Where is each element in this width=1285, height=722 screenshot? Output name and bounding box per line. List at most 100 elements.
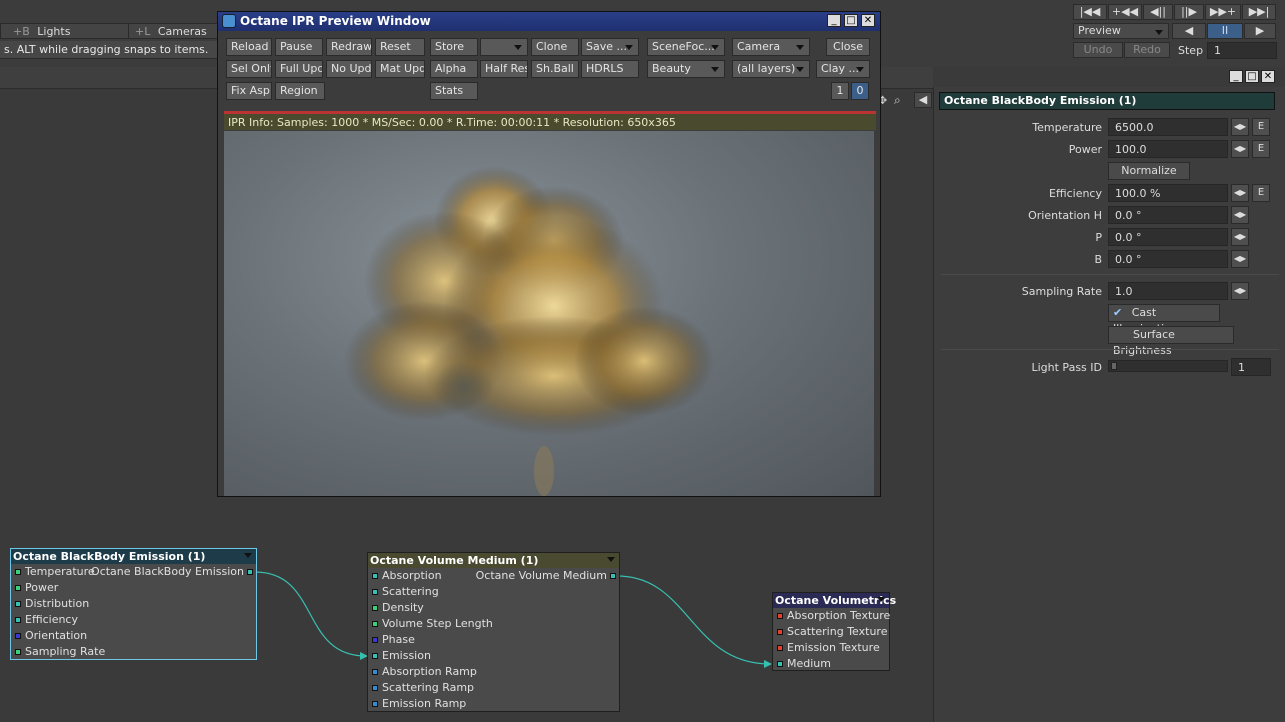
port-blue-icon[interactable]	[15, 633, 21, 639]
ipr-maximize-icon[interactable]: □	[844, 14, 858, 27]
stats-button[interactable]: Stats	[430, 82, 478, 100]
step-back-key-button[interactable]: +◀◀	[1108, 4, 1142, 20]
volume-medium-node[interactable]: Octane Volume Medium (1) Absorption Octa…	[367, 552, 620, 712]
pause-ipr-button[interactable]: Pause	[275, 38, 323, 56]
chevron-down-icon[interactable]	[877, 597, 885, 602]
efficiency-field[interactable]: 100.0 %	[1108, 184, 1228, 202]
port-green-icon[interactable]	[15, 569, 21, 575]
port-scattering-texture[interactable]: Scattering Texture	[773, 624, 889, 640]
go-start-button[interactable]: |◀◀	[1073, 4, 1107, 20]
efficiency-spinner[interactable]: ◀▶	[1231, 184, 1249, 202]
port-medium[interactable]: Medium	[773, 656, 889, 672]
port-red-icon[interactable]	[777, 629, 783, 635]
page-1-button[interactable]: 1	[831, 82, 849, 100]
port-cyan-icon[interactable]	[15, 617, 21, 623]
alpha-button[interactable]: Alpha	[430, 60, 478, 78]
store-button[interactable]: Store	[430, 38, 478, 56]
mat-update-button[interactable]: Mat Upd	[375, 60, 425, 78]
go-end-button[interactable]: ▶▶|	[1242, 4, 1276, 20]
shader-ball-button[interactable]: Sh.Ball	[531, 60, 579, 78]
ipr-close-icon[interactable]: ✕	[861, 14, 875, 27]
port-green-icon[interactable]	[372, 621, 378, 627]
temperature-field[interactable]: 6500.0	[1108, 118, 1228, 136]
port-emission[interactable]: Emission	[368, 648, 619, 664]
port-absorption[interactable]: Absorption Octane Volume Medium	[368, 568, 619, 584]
reload-button[interactable]: Reload	[226, 38, 272, 56]
step-forward-key-button[interactable]: ▶▶+	[1205, 4, 1241, 20]
clone-button[interactable]: Clone	[531, 38, 579, 56]
ipr-minimize-icon[interactable]: _	[827, 14, 841, 27]
port-blue-icon[interactable]	[372, 701, 378, 707]
port-scattering-ramp[interactable]: Scattering Ramp	[368, 680, 619, 696]
port-phase[interactable]: Phase	[368, 632, 619, 648]
ipr-titlebar[interactable]: Octane IPR Preview Window	[218, 12, 880, 31]
preview-dropdown[interactable]: Preview	[1073, 23, 1169, 39]
region-button[interactable]: Region	[275, 82, 325, 100]
close-icon[interactable]: ✕	[1261, 70, 1275, 83]
step-forward-button[interactable]: ||▶	[1174, 4, 1204, 20]
port-red-icon[interactable]	[777, 613, 783, 619]
step-back-button[interactable]: ◀||	[1143, 4, 1173, 20]
power-envelope-button[interactable]: E	[1252, 140, 1270, 158]
step-field[interactable]: 1	[1207, 42, 1277, 59]
store-slot-dropdown[interactable]	[480, 38, 528, 56]
page-0-button[interactable]: 0	[851, 82, 869, 100]
port-efficiency[interactable]: Efficiency	[11, 612, 256, 628]
port-blue-icon[interactable]	[372, 669, 378, 675]
port-green-icon[interactable]	[15, 585, 21, 591]
camera-dropdown[interactable]: Camera	[732, 38, 810, 56]
sampling-rate-spinner[interactable]: ◀▶	[1231, 282, 1249, 300]
port-volume-step-length[interactable]: Volume Step Length	[368, 616, 619, 632]
reset-button[interactable]: Reset	[375, 38, 425, 56]
slider-handle[interactable]	[1111, 362, 1117, 370]
port-orientation[interactable]: Orientation	[11, 628, 256, 644]
b-spinner[interactable]: ◀▶	[1231, 250, 1249, 268]
layers-dropdown[interactable]: (all layers)	[732, 60, 810, 78]
port-temperature[interactable]: Temperature Octane BlackBody Emission	[11, 564, 256, 580]
port-emission-ramp[interactable]: Emission Ramp	[368, 696, 619, 712]
p-field[interactable]: 0.0 °	[1108, 228, 1228, 246]
output-port-icon[interactable]	[247, 569, 253, 575]
hdrls-button[interactable]: HDRLS	[581, 60, 639, 78]
output-port-icon[interactable]	[610, 573, 616, 579]
play-reverse-button[interactable]: ◀	[1172, 23, 1206, 39]
sel-only-button[interactable]: Sel Only	[226, 60, 272, 78]
temperature-spinner[interactable]: ◀▶	[1231, 118, 1249, 136]
port-green-icon[interactable]	[372, 605, 378, 611]
port-scattering[interactable]: Scattering	[368, 584, 619, 600]
b-field[interactable]: 0.0 °	[1108, 250, 1228, 268]
full-update-button[interactable]: Full Upd.	[275, 60, 323, 78]
blackbody-emission-node[interactable]: Octane BlackBody Emission (1) Temperatur…	[10, 548, 257, 660]
light-pass-slider[interactable]	[1108, 360, 1228, 372]
scene-focus-dropdown[interactable]: SceneFoc...	[647, 38, 725, 56]
port-cyan-icon[interactable]	[15, 601, 21, 607]
light-pass-id-field[interactable]: 1	[1231, 358, 1271, 376]
port-red-icon[interactable]	[777, 645, 783, 651]
undo-button[interactable]: Undo	[1073, 42, 1123, 58]
chevron-down-icon[interactable]	[607, 557, 615, 562]
play-forward-button[interactable]: ▶	[1244, 23, 1276, 39]
power-spinner[interactable]: ◀▶	[1231, 140, 1249, 158]
port-power[interactable]: Power	[11, 580, 256, 596]
normalize-button[interactable]: Normalize	[1108, 162, 1190, 180]
no-update-button[interactable]: No Upd.	[326, 60, 372, 78]
p-spinner[interactable]: ◀▶	[1231, 228, 1249, 246]
close-ipr-button[interactable]: Close	[826, 38, 870, 56]
port-absorption-texture[interactable]: Absorption Texture	[773, 608, 890, 624]
orientation-h-spinner[interactable]: ◀▶	[1231, 206, 1249, 224]
power-field[interactable]: 100.0	[1108, 140, 1228, 158]
chevron-down-icon[interactable]	[244, 553, 252, 558]
cast-illumination-checkbox[interactable]: ✔ Cast Illumination	[1108, 304, 1220, 335]
port-cyan-icon[interactable]	[372, 589, 378, 595]
port-blue-icon[interactable]	[372, 685, 378, 691]
half-res-button[interactable]: Half Res	[480, 60, 528, 78]
save-dropdown[interactable]: Save ...	[581, 38, 639, 56]
render-viewport[interactable]	[224, 131, 874, 496]
clay-dropdown[interactable]: Clay ...	[816, 60, 870, 78]
port-cyan-icon[interactable]	[372, 573, 378, 579]
surface-brightness-checkbox[interactable]: Surface Brightness	[1108, 326, 1234, 357]
redo-button[interactable]: Redo	[1124, 42, 1170, 58]
maximize-icon[interactable]: □	[1245, 70, 1259, 83]
port-absorption-ramp[interactable]: Absorption Ramp	[368, 664, 619, 680]
port-green-icon[interactable]	[15, 649, 21, 655]
